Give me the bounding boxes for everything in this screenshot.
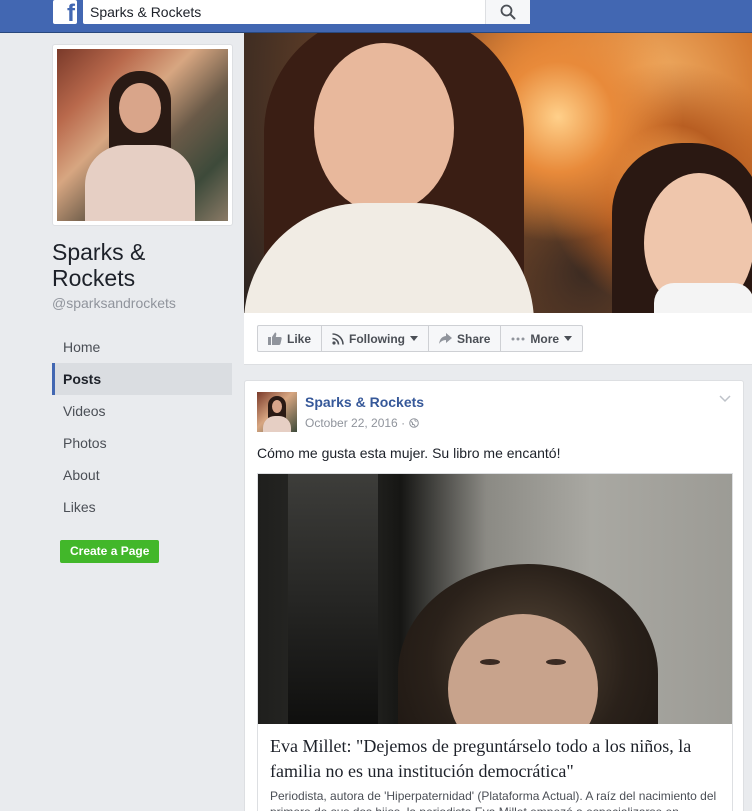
facebook-logo-letter: f: [67, 0, 75, 24]
nav-item-posts[interactable]: Posts: [52, 363, 232, 395]
page-nav: Home Posts Videos Photos About Likes: [52, 331, 232, 523]
share-button[interactable]: Share: [429, 326, 502, 351]
like-button[interactable]: Like: [258, 326, 323, 351]
post-date[interactable]: October 22, 2016 ·: [305, 416, 405, 430]
post-card: Sparks & Rockets October 22, 2016 · Cómo…: [244, 380, 744, 811]
create-page-button[interactable]: Create a Page: [60, 540, 160, 563]
post-meta: October 22, 2016 ·: [305, 416, 419, 430]
page-action-bar: Like Following Share More: [244, 313, 752, 365]
search-button[interactable]: [485, 0, 530, 24]
nav-item-home[interactable]: Home: [52, 331, 232, 363]
image-eye-right: [546, 659, 566, 665]
page-title[interactable]: Sparks & Rockets: [52, 239, 232, 291]
top-navigation-bar: f: [0, 0, 752, 33]
profile-body: [85, 145, 195, 221]
cover-girl-collar: [654, 283, 752, 313]
search-box: [83, 0, 530, 24]
avatar-body: [263, 416, 291, 432]
following-label: Following: [349, 331, 406, 346]
cover-woman-face: [314, 43, 454, 213]
more-button[interactable]: More: [501, 326, 582, 351]
profile-picture-frame[interactable]: [52, 44, 233, 226]
more-label: More: [530, 331, 560, 346]
cover-photo[interactable]: [244, 33, 752, 313]
page-handle[interactable]: @sparksandrockets: [52, 295, 176, 311]
action-button-group: Like Following Share More: [257, 325, 584, 352]
post-author-name[interactable]: Sparks & Rockets: [305, 394, 424, 410]
link-preview-image[interactable]: [258, 474, 732, 724]
share-arrow-icon: [439, 333, 453, 344]
more-dots-icon: [511, 337, 525, 340]
nav-item-about[interactable]: About: [52, 459, 232, 491]
profile-picture[interactable]: [57, 49, 228, 221]
nav-item-photos[interactable]: Photos: [52, 427, 232, 459]
chevron-down-icon: [410, 336, 419, 341]
search-icon: [500, 4, 516, 20]
chevron-down-icon: [564, 336, 573, 341]
nav-item-videos[interactable]: Videos: [52, 395, 232, 427]
profile-face: [119, 83, 161, 133]
rss-feed-icon: [332, 332, 344, 345]
post-text: Cómo me gusta esta mujer. Su libro me en…: [257, 445, 561, 461]
like-label: Like: [287, 331, 312, 346]
shared-link-card[interactable]: Eva Millet: "Dejemos de preguntárselo to…: [257, 473, 733, 811]
share-label: Share: [457, 331, 491, 346]
nav-item-likes[interactable]: Likes: [52, 491, 232, 523]
image-eye-left: [480, 659, 500, 665]
link-title[interactable]: Eva Millet: "Dejemos de preguntárselo to…: [270, 734, 730, 784]
post-author-avatar[interactable]: [257, 392, 297, 432]
avatar-face: [272, 400, 282, 413]
link-description: Periodista, autora de 'Hiperpaternidad' …: [270, 789, 717, 811]
image-window-frame: [288, 474, 378, 724]
thumbs-up-icon: [268, 332, 282, 345]
globe-icon: [409, 418, 419, 428]
post-options-chevron-icon[interactable]: [719, 395, 731, 403]
search-input[interactable]: [83, 0, 485, 24]
following-button[interactable]: Following: [322, 326, 430, 351]
facebook-logo-icon[interactable]: f: [53, 0, 77, 24]
